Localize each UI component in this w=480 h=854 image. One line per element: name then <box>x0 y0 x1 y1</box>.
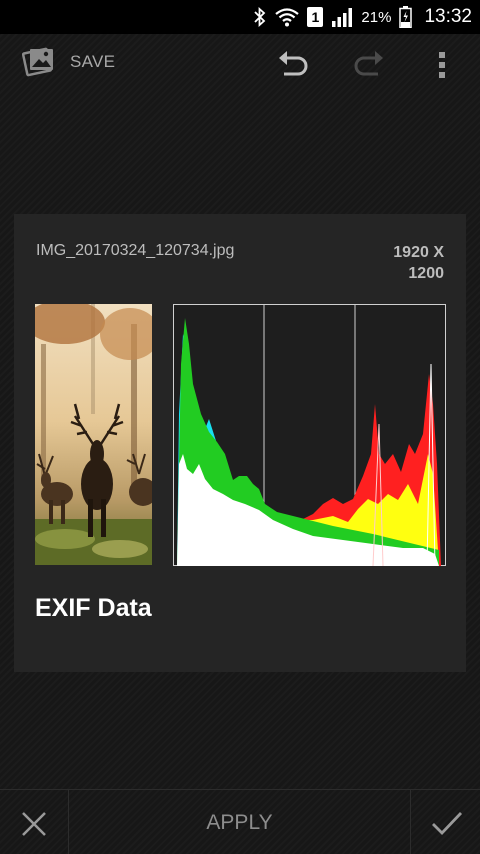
battery-icon <box>399 6 413 28</box>
sim-icon: 1 <box>307 7 324 27</box>
check-icon <box>432 812 463 836</box>
file-name: IMG_20170324_120734.jpg <box>36 242 235 259</box>
image-info-dialog: IMG_20170324_120734.jpg 1920 X 1200 EXIF… <box>14 214 466 672</box>
clock: 13:32 <box>424 6 472 27</box>
image-width: 1920 X <box>393 244 444 261</box>
undo-icon[interactable] <box>276 48 312 80</box>
image-dimensions: 1920 X 1200 <box>354 242 444 284</box>
overflow-menu-icon[interactable] <box>428 46 456 82</box>
action-bar: SAVE <box>0 34 480 92</box>
apply-button[interactable]: APPLY <box>69 790 410 854</box>
color-histogram <box>173 304 446 566</box>
image-height: 1200 <box>408 265 444 282</box>
wifi-icon <box>275 7 300 27</box>
cancel-button[interactable] <box>0 790 69 854</box>
sim-slot-label: 1 <box>307 7 324 27</box>
bottom-bar: APPLY <box>0 789 480 854</box>
bluetooth-icon <box>253 7 267 27</box>
signal-icon <box>331 7 353 27</box>
image-thumbnail <box>35 304 152 565</box>
battery-percent: 21% <box>361 8 392 26</box>
confirm-button[interactable] <box>410 790 480 854</box>
close-icon <box>22 812 46 836</box>
status-bar: 1 21% 13:32 <box>0 0 480 34</box>
exif-section-title[interactable]: EXIF Data <box>35 594 152 623</box>
save-button[interactable]: SAVE <box>70 52 115 72</box>
photo-app-icon[interactable] <box>22 44 56 78</box>
redo-icon[interactable] <box>350 48 386 80</box>
